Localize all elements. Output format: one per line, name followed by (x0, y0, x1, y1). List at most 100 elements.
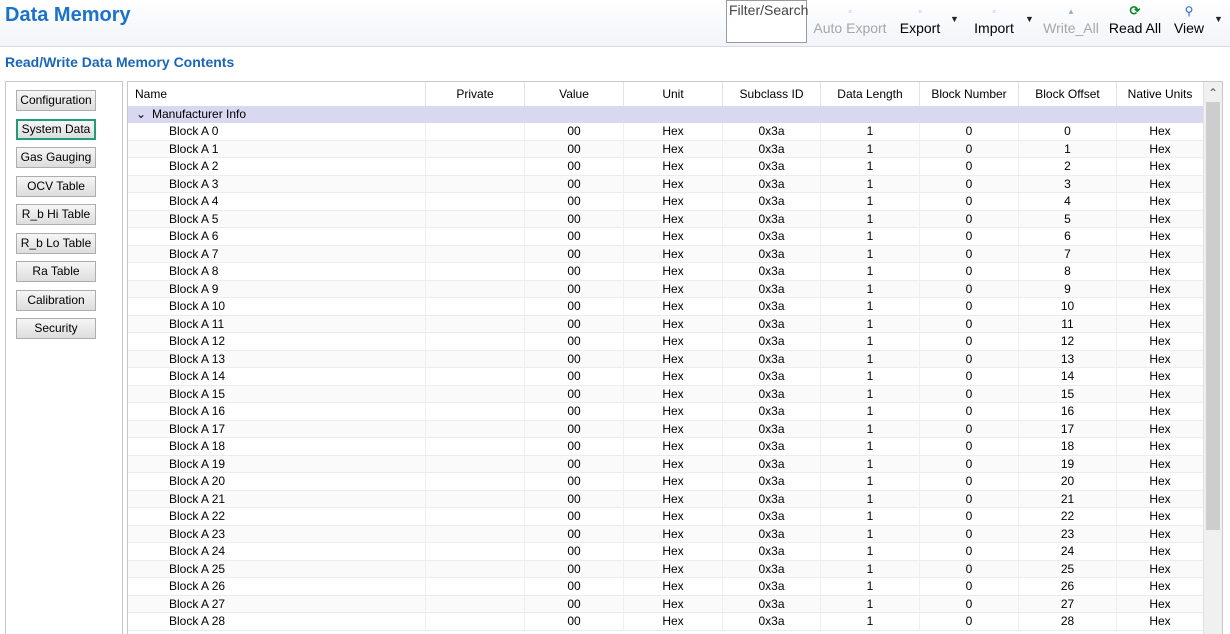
table-row[interactable]: Block A 0 00 Hex 0x3a 1 0 0 Hex (128, 123, 1204, 141)
filter-search-input[interactable]: Filter/Search (726, 0, 808, 43)
group-row-manufacturer-info[interactable]: ⌄ Manufacturer Info (128, 106, 1204, 123)
view-dropdown-caret-icon[interactable]: ▼ (1214, 14, 1223, 24)
cell-value[interactable]: 00 (525, 403, 624, 420)
cell-value[interactable]: 00 (525, 210, 624, 228)
nav-system-data-button[interactable]: System Data (16, 119, 96, 140)
cell-value[interactable]: 00 (525, 420, 624, 438)
scrollbar-thumb[interactable] (1206, 102, 1220, 530)
table-row[interactable]: Block A 10 00 Hex 0x3a 1 0 10 Hex (128, 298, 1204, 316)
table-row[interactable]: Block A 13 00 Hex 0x3a 1 0 13 Hex (128, 350, 1204, 368)
nav-gas-gauging-button[interactable]: Gas Gauging (16, 147, 96, 168)
import-button[interactable]: ▫ Import (970, 2, 1018, 44)
table-row[interactable]: Block A 24 00 Hex 0x3a 1 0 24 Hex (128, 543, 1204, 561)
table-row[interactable]: Block A 23 00 Hex 0x3a 1 0 23 Hex (128, 525, 1204, 543)
column-header-unit[interactable]: Unit (624, 82, 723, 106)
cell-block-number: 0 (920, 543, 1019, 560)
nav-rb-lo-table-button[interactable]: R_b Lo Table (16, 233, 96, 254)
cell-block-offset: 6 (1019, 228, 1117, 245)
cell-value[interactable]: 00 (525, 333, 624, 350)
table-row[interactable]: Block A 4 00 Hex 0x3a 1 0 4 Hex (128, 193, 1204, 211)
cell-value[interactable]: 00 (525, 385, 624, 403)
nav-ocv-table-button[interactable]: OCV Table (16, 176, 96, 197)
import-dropdown-caret-icon[interactable]: ▼ (1025, 14, 1034, 24)
table-row[interactable]: Block A 26 00 Hex 0x3a 1 0 26 Hex (128, 578, 1204, 596)
nav-security-button[interactable]: Security (16, 318, 96, 339)
column-header-block-number[interactable]: Block Number (920, 82, 1019, 106)
auto-export-button[interactable]: ▫ Auto Export (812, 2, 888, 44)
cell-value[interactable]: 00 (525, 228, 624, 245)
cell-subclass-id: 0x3a (723, 263, 821, 280)
table-row[interactable]: Block A 11 00 Hex 0x3a 1 0 11 Hex (128, 315, 1204, 333)
column-header-data-length[interactable]: Data Length (821, 82, 920, 106)
table-row[interactable]: Block A 6 00 Hex 0x3a 1 0 6 Hex (128, 228, 1204, 246)
scroll-up-arrow-icon[interactable]: ⌃ (1204, 86, 1222, 100)
cell-value[interactable]: 00 (525, 280, 624, 298)
cell-value[interactable]: 00 (525, 560, 624, 578)
cell-subclass-id: 0x3a (723, 403, 821, 420)
cell-value[interactable]: 00 (525, 245, 624, 263)
cell-value[interactable]: 00 (525, 350, 624, 368)
column-header-native-units[interactable]: Native Units (1117, 82, 1204, 106)
cell-value[interactable]: 00 (525, 578, 624, 595)
cell-value[interactable]: 00 (525, 595, 624, 613)
vertical-scrollbar[interactable]: ⌃ (1203, 82, 1222, 634)
write-all-button[interactable]: ▴ Write_All (1040, 2, 1102, 44)
cell-value[interactable]: 00 (525, 613, 624, 630)
table-row[interactable]: Block A 5 00 Hex 0x3a 1 0 5 Hex (128, 210, 1204, 228)
table-row[interactable]: Block A 8 00 Hex 0x3a 1 0 8 Hex (128, 263, 1204, 281)
nav-ra-table-button[interactable]: Ra Table (16, 261, 96, 282)
table-row[interactable]: Block A 3 00 Hex 0x3a 1 0 3 Hex (128, 175, 1204, 193)
nav-configuration-button[interactable]: Configuration (16, 90, 96, 111)
cell-value[interactable]: 00 (525, 175, 624, 193)
table-row[interactable]: Block A 27 00 Hex 0x3a 1 0 27 Hex (128, 595, 1204, 613)
column-header-name[interactable]: Name (128, 82, 426, 106)
cell-value[interactable]: 00 (525, 543, 624, 560)
cell-value[interactable]: 00 (525, 438, 624, 455)
export-button[interactable]: ▫ Export (897, 2, 943, 44)
view-button[interactable]: ⚲ View (1170, 2, 1208, 44)
table-row[interactable]: Block A 15 00 Hex 0x3a 1 0 15 Hex (128, 385, 1204, 403)
cell-value[interactable]: 00 (525, 315, 624, 333)
table-row[interactable]: Block A 9 00 Hex 0x3a 1 0 9 Hex (128, 280, 1204, 298)
column-header-subclass-id[interactable]: Subclass ID (723, 82, 821, 106)
column-header-value[interactable]: Value (525, 82, 624, 106)
cell-value[interactable]: 00 (525, 473, 624, 490)
cell-value[interactable]: 00 (525, 525, 624, 543)
cell-value[interactable]: 00 (525, 140, 624, 158)
table-row[interactable]: Block A 25 00 Hex 0x3a 1 0 25 Hex (128, 560, 1204, 578)
column-header-block-offset[interactable]: Block Offset (1019, 82, 1117, 106)
cell-native-units: Hex (1117, 350, 1204, 368)
table-row[interactable]: Block A 18 00 Hex 0x3a 1 0 18 Hex (128, 438, 1204, 456)
cell-data-length: 1 (821, 403, 920, 420)
table-row[interactable]: Block A 22 00 Hex 0x3a 1 0 22 Hex (128, 508, 1204, 526)
table-row[interactable]: Block A 17 00 Hex 0x3a 1 0 17 Hex (128, 420, 1204, 438)
table-row[interactable]: Block A 28 00 Hex 0x3a 1 0 28 Hex (128, 613, 1204, 631)
cell-native-units: Hex (1117, 315, 1204, 333)
table-row[interactable]: Block A 12 00 Hex 0x3a 1 0 12 Hex (128, 333, 1204, 351)
cell-value[interactable]: 00 (525, 123, 624, 140)
table-row[interactable]: Block A 19 00 Hex 0x3a 1 0 19 Hex (128, 455, 1204, 473)
read-all-button[interactable]: ⟳ Read All (1106, 2, 1164, 44)
column-header-private[interactable]: Private (426, 82, 525, 106)
cell-value[interactable]: 00 (525, 193, 624, 210)
table-row[interactable]: Block A 7 00 Hex 0x3a 1 0 7 Hex (128, 245, 1204, 263)
nav-calibration-button[interactable]: Calibration (16, 290, 96, 311)
cell-unit: Hex (624, 385, 723, 403)
export-dropdown-caret-icon[interactable]: ▼ (950, 14, 959, 24)
cell-value[interactable]: 00 (525, 490, 624, 508)
cell-value[interactable]: 00 (525, 508, 624, 525)
nav-rb-hi-table-button[interactable]: R_b Hi Table (16, 204, 96, 225)
chevron-down-icon[interactable]: ⌄ (136, 107, 146, 121)
cell-value[interactable]: 00 (525, 368, 624, 385)
cell-block-number: 0 (920, 228, 1019, 245)
cell-value[interactable]: 00 (525, 263, 624, 280)
table-row[interactable]: Block A 14 00 Hex 0x3a 1 0 14 Hex (128, 368, 1204, 386)
table-row[interactable]: Block A 20 00 Hex 0x3a 1 0 20 Hex (128, 473, 1204, 491)
cell-value[interactable]: 00 (525, 298, 624, 315)
table-row[interactable]: Block A 21 00 Hex 0x3a 1 0 21 Hex (128, 490, 1204, 508)
table-row[interactable]: Block A 16 00 Hex 0x3a 1 0 16 Hex (128, 403, 1204, 421)
cell-value[interactable]: 00 (525, 158, 624, 175)
table-row[interactable]: Block A 1 00 Hex 0x3a 1 0 1 Hex (128, 140, 1204, 158)
cell-value[interactable]: 00 (525, 455, 624, 473)
table-row[interactable]: Block A 2 00 Hex 0x3a 1 0 2 Hex (128, 158, 1204, 176)
